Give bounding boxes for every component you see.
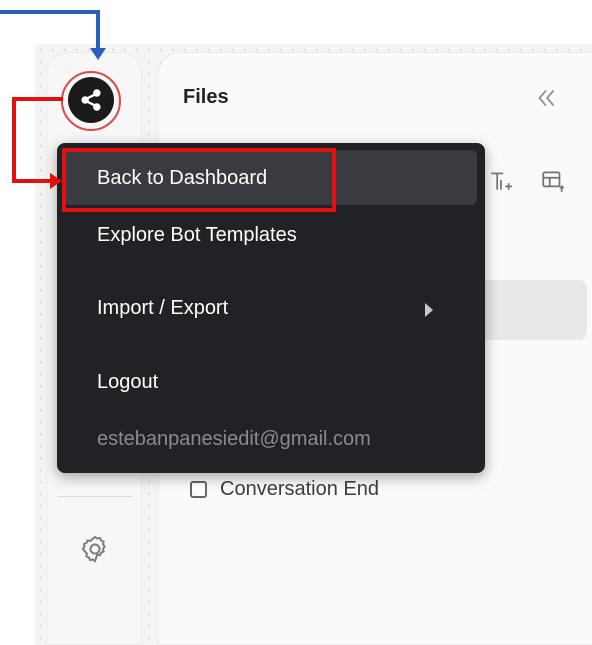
annotation-highlight-box [62,148,336,212]
menu-item-explore-bot-templates[interactable]: Explore Bot Templates [97,224,297,247]
panel-title: Files [183,86,229,108]
rail-divider [58,496,132,497]
double-chevron-left-icon[interactable] [533,85,559,111]
panel-selected-row[interactable] [470,280,587,340]
chevron-right-icon [425,303,433,317]
share-icon [81,89,101,111]
checklist-item[interactable]: Conversation End [190,478,379,501]
checkbox[interactable] [190,481,207,498]
menu-item-import-export[interactable]: Import / Export [97,297,228,320]
checklist-item-label: Conversation End [220,478,379,500]
add-text-icon[interactable] [488,168,514,194]
add-table-icon[interactable] [540,168,566,194]
share-button[interactable] [68,77,114,123]
account-email: estebanpanesiedit@gmail.com [97,428,371,450]
menu-item-logout[interactable]: Logout [97,371,158,394]
gear-icon[interactable] [78,532,112,566]
